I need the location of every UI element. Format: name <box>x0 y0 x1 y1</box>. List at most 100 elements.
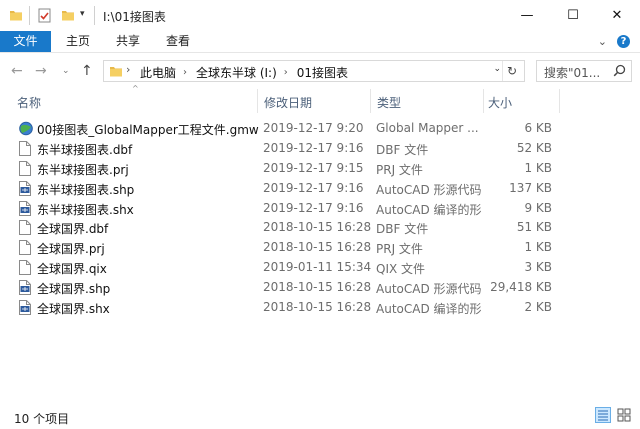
file-size: 1 KB <box>524 161 552 175</box>
tab-view[interactable]: 查看 <box>160 31 196 52</box>
file-size: 6 KB <box>524 121 552 135</box>
breadcrumb-drive[interactable]: 全球东半球 (I:) <box>196 64 277 81</box>
file-icon <box>19 141 31 159</box>
file-name: 全球国界.prj <box>37 242 105 256</box>
chevron-right-icon[interactable]: › <box>183 67 187 78</box>
file-type: AutoCAD 形源代码 <box>376 282 482 296</box>
file-type: DBF 文件 <box>376 143 429 157</box>
chevron-right-icon[interactable]: › <box>284 67 288 78</box>
search-box[interactable]: 搜索"01... <box>536 60 632 82</box>
file-type: AutoCAD 形源代码 <box>376 183 482 197</box>
file-row[interactable]: 全球国界.shp 2018-10-15 16:28 AutoCAD 形源代码 2… <box>0 278 640 298</box>
file-row[interactable]: 全球国界.shx 2018-10-15 16:28 AutoCAD 编译的形 2… <box>0 298 640 318</box>
file-name: 东半球接图表.shx <box>37 203 134 217</box>
shx-icon <box>19 201 31 219</box>
large-icons-view-icon[interactable] <box>617 408 631 422</box>
file-icon <box>19 220 31 238</box>
address-dropdown-icon[interactable]: ⌄ <box>493 64 501 74</box>
ribbon-controls: ⌄ ? <box>598 35 630 48</box>
file-icon <box>19 260 31 278</box>
window-title: I:\01接图表 <box>103 10 166 24</box>
file-type: PRJ 文件 <box>376 242 423 256</box>
column-divider[interactable] <box>483 89 484 113</box>
toolbar-separator <box>94 6 95 25</box>
file-size: 51 KB <box>516 220 552 234</box>
file-row[interactable]: 东半球接图表.shp 2019-12-17 9:16 AutoCAD 形源代码 … <box>0 179 640 199</box>
up-arrow-icon[interactable]: ↑ <box>81 63 93 79</box>
column-divider[interactable] <box>370 89 371 113</box>
column-header-size[interactable]: 大小 <box>488 94 512 111</box>
refresh-icon[interactable]: ↻ <box>502 61 521 81</box>
breadcrumb-folder[interactable]: 01接图表 <box>297 64 348 81</box>
file-type: AutoCAD 编译的形 <box>376 302 482 316</box>
file-size: 29,418 KB <box>490 280 552 294</box>
file-size: 1 KB <box>524 240 552 254</box>
address-bar[interactable]: › 此电脑 › 全球东半球 (I:) › 01接图表 ⌄ ↻ <box>103 60 525 82</box>
expand-ribbon-icon[interactable]: ⌄ <box>598 35 607 48</box>
file-name: 全球国界.shx <box>37 302 110 316</box>
minimize-button[interactable]: — <box>504 0 550 31</box>
customize-qat-icon[interactable]: ▾ <box>80 9 85 19</box>
file-icon <box>19 161 31 179</box>
file-size: 52 KB <box>516 141 552 155</box>
chevron-right-icon[interactable]: › <box>126 63 130 76</box>
file-type: AutoCAD 编译的形 <box>376 203 482 217</box>
file-name: 00接图表_GlobalMapper工程文件.gmw <box>37 123 259 137</box>
title-bar: ▾ I:\01接图表 — ☐ ✕ <box>0 0 640 31</box>
file-date: 2019-12-17 9:16 <box>263 181 364 195</box>
file-row[interactable]: 全球国界.qix 2019-01-11 15:34 QIX 文件 3 KB <box>0 258 640 278</box>
file-size: 2 KB <box>524 300 552 314</box>
file-icon <box>19 240 31 258</box>
file-row[interactable]: 东半球接图表.dbf 2019-12-17 9:16 DBF 文件 52 KB <box>0 139 640 159</box>
breadcrumb: 此电脑 › 全球东半球 (I:) › 01接图表 <box>140 64 348 81</box>
file-type: QIX 文件 <box>376 262 426 276</box>
tab-share[interactable]: 共享 <box>110 31 146 52</box>
toolbar-separator <box>29 6 30 25</box>
shx-icon <box>19 280 31 298</box>
close-button[interactable]: ✕ <box>594 0 640 31</box>
shx-icon <box>19 300 31 318</box>
file-name: 全球国界.qix <box>37 262 107 276</box>
shx-icon <box>19 181 31 199</box>
file-date: 2018-10-15 16:28 <box>263 220 372 234</box>
file-name: 东半球接图表.shp <box>37 183 135 197</box>
properties-icon[interactable] <box>38 8 52 26</box>
search-input[interactable]: 搜索"01... <box>544 64 608 81</box>
navigation-bar: ← → ⌄ ↑ › 此电脑 › 全球东半球 (I:) › 01接图表 ⌄ ↻ 搜… <box>0 52 640 90</box>
file-date: 2019-12-17 9:16 <box>263 201 364 215</box>
recent-locations-icon[interactable]: ⌄ <box>62 66 70 76</box>
file-row[interactable]: 全球国界.dbf 2018-10-15 16:28 DBF 文件 51 KB <box>0 218 640 238</box>
column-header-name[interactable]: 名称 <box>17 94 41 111</box>
file-date: 2018-10-15 16:28 <box>263 300 372 314</box>
column-divider[interactable] <box>559 89 560 113</box>
file-date: 2018-10-15 16:28 <box>263 280 372 294</box>
search-icon[interactable] <box>613 64 626 80</box>
file-date: 2019-01-11 15:34 <box>263 260 372 274</box>
details-view-icon[interactable] <box>595 407 611 423</box>
file-row[interactable]: 全球国界.prj 2018-10-15 16:28 PRJ 文件 1 KB <box>0 238 640 258</box>
back-arrow-icon[interactable]: ← <box>11 63 23 79</box>
help-icon[interactable]: ? <box>617 35 630 48</box>
tab-home[interactable]: 主页 <box>60 31 96 52</box>
column-header-type[interactable]: 类型 <box>377 94 401 111</box>
file-type: DBF 文件 <box>376 222 429 236</box>
file-row[interactable]: 00接图表_GlobalMapper工程文件.gmw 2019-12-17 9:… <box>0 119 640 139</box>
tab-file[interactable]: 文件 <box>0 31 51 52</box>
file-date: 2019-12-17 9:15 <box>263 161 364 175</box>
file-date: 2018-10-15 16:28 <box>263 240 372 254</box>
maximize-button[interactable]: ☐ <box>550 0 596 31</box>
item-count: 10 个项目 <box>14 412 70 426</box>
file-row[interactable]: 东半球接图表.prj 2019-12-17 9:15 PRJ 文件 1 KB <box>0 159 640 179</box>
sort-ascending-icon: ^ <box>132 84 139 93</box>
column-divider[interactable] <box>257 89 258 113</box>
file-date: 2019-12-17 9:16 <box>263 141 364 155</box>
folder-icon <box>109 64 123 81</box>
file-name: 全球国界.dbf <box>37 222 109 236</box>
forward-arrow-icon[interactable]: → <box>35 63 47 79</box>
file-type: PRJ 文件 <box>376 163 423 177</box>
new-folder-icon[interactable] <box>61 8 75 25</box>
column-header-date[interactable]: 修改日期 <box>264 94 312 111</box>
file-row[interactable]: 东半球接图表.shx 2019-12-17 9:16 AutoCAD 编译的形 … <box>0 199 640 219</box>
file-name: 东半球接图表.dbf <box>37 143 133 157</box>
breadcrumb-this-pc[interactable]: 此电脑 <box>140 64 176 81</box>
